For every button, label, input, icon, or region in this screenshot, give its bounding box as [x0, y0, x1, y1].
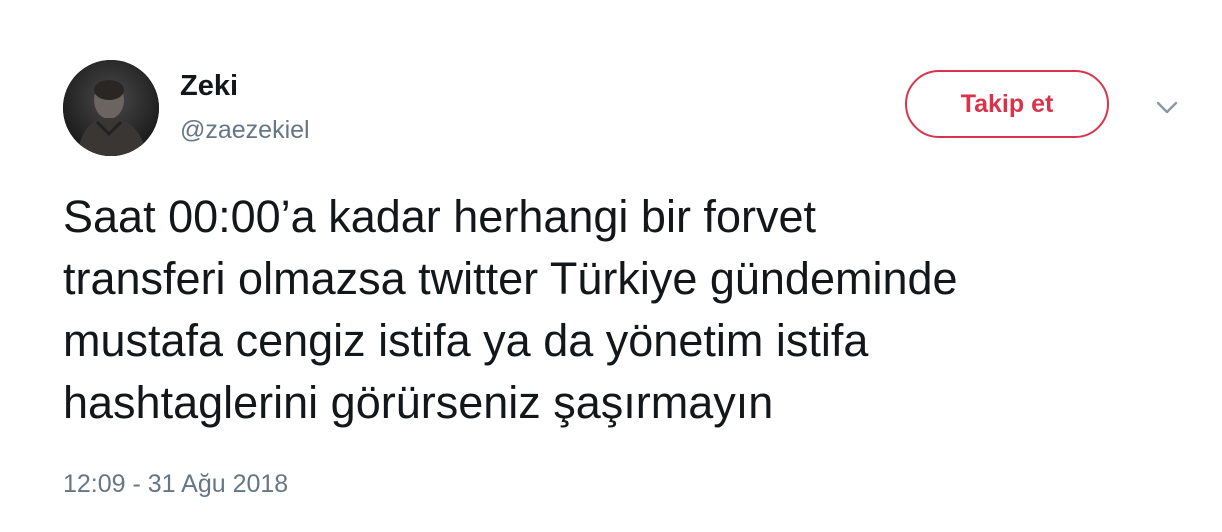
profile-photo-icon [63, 60, 159, 156]
avatar[interactable] [63, 60, 159, 156]
tweet-timestamp[interactable]: 12:09 - 31 Ağu 2018 [63, 468, 288, 500]
tweet-text-line: Saat 00:00’a kadar herhangi bir forvet [63, 191, 816, 242]
tweet-card: Zeki @zaezekiel Takip et Saat 00:00’a ka… [0, 0, 1222, 532]
tweet-text-line: mustafa cengiz istifa ya da yönetim isti… [63, 315, 869, 366]
tweet-text-line: transferi olmazsa twitter Türkiye gündem… [63, 253, 958, 304]
tweet-text-line: hashtaglerini görürseniz şaşırmayın [63, 377, 774, 428]
author-username[interactable]: @zaezekiel [180, 115, 310, 145]
chevron-down-icon[interactable] [1152, 92, 1182, 122]
follow-button[interactable]: Takip et [905, 70, 1109, 138]
tweet-text: Saat 00:00’a kadar herhangi bir forvet t… [63, 186, 1203, 434]
author-display-name[interactable]: Zeki [180, 68, 238, 104]
